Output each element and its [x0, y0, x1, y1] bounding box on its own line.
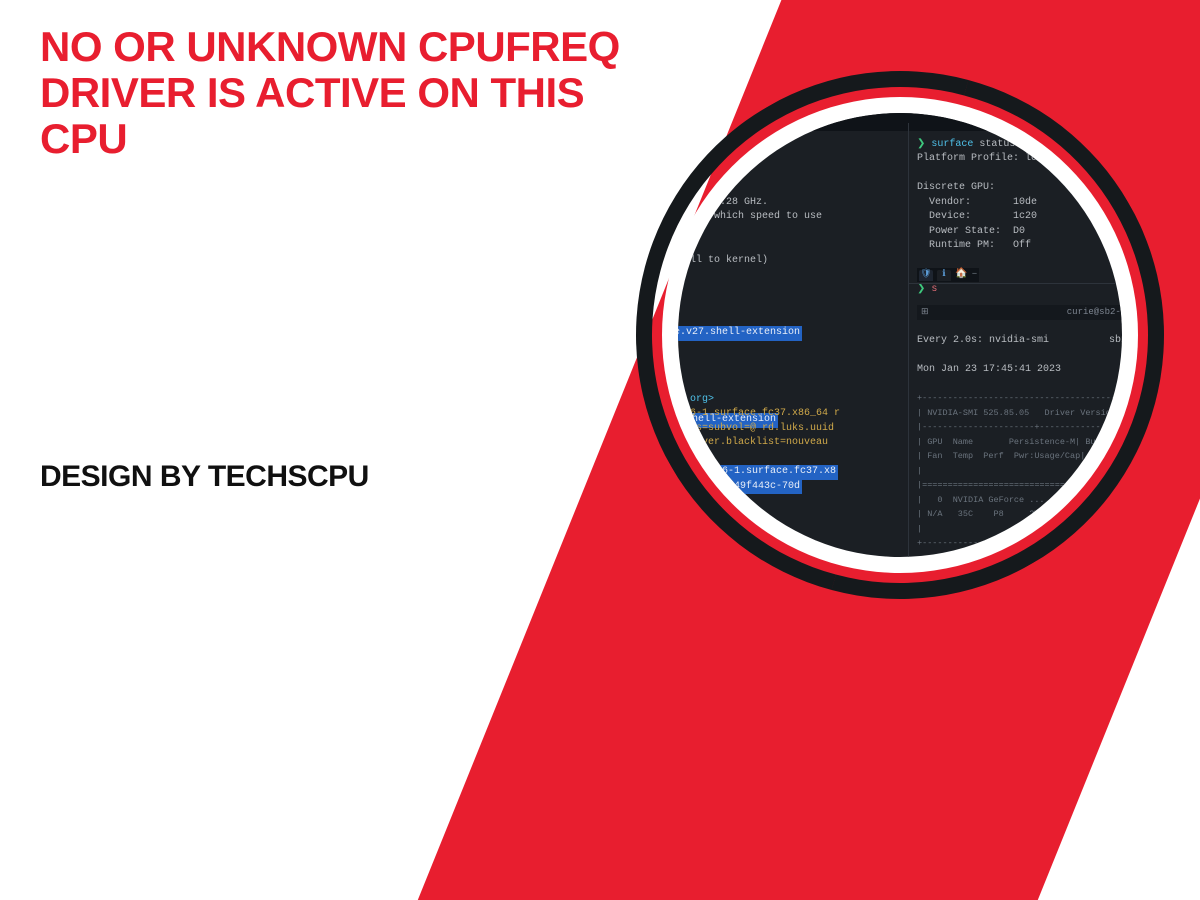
br-user-host: curie@sb2-20221216: [1067, 306, 1122, 319]
tl-text-block: nated by software: 0 e or is not support…: [678, 139, 822, 266]
bl-boot1: vmlinuz-6.1.6-1.surface.fc37.x86_64 r: [678, 408, 840, 419]
tab-mini-2: ℹ: [937, 270, 951, 281]
tr-mini-tabbar: 🛡 ℹ 🏠 –: [917, 268, 979, 282]
bl-hlpath: rd.luks.uuid=luks-a49f443c-70d: [678, 480, 802, 495]
tr-cmd: status: [973, 139, 1015, 150]
prompt-arrow-icon: ❯: [917, 139, 931, 150]
tab-mini-1: 🛡: [919, 270, 933, 281]
pane-bottom-left: lenb@kernel.org> vmlinuz-6.1.6-1.surface…: [678, 378, 908, 538]
bl-boot2: @ ro rootflags=subvol=@ rd.luks.uuid: [678, 423, 834, 434]
tr-gpu-title: Discrete GPU:: [917, 182, 995, 193]
br-smi-table: +---------------------------------------…: [917, 393, 1122, 548]
home-icon: 🏠: [955, 268, 967, 283]
tr-prompt-user: surface: [931, 139, 973, 150]
shield-icon: 🛡: [920, 268, 931, 281]
pane-bottom-right: ⊞ curie@sb2-20221216 Every 2.0s: nvidia-s…: [908, 283, 1122, 557]
info-icon: ℹ: [942, 268, 945, 281]
page-title: NO OR UNKNOWN CPUFREQ DRIVER IS ACTIVE O…: [40, 24, 680, 163]
br-new-tab-icon: ⊞: [921, 306, 929, 319]
bl-mail: lenb@kernel.org>: [678, 394, 714, 405]
terminal-screenshot: 🛡 ℹ 🏠 – nated by software: 0 e or is not…: [678, 113, 1122, 557]
bl-hi1: ot7)/vmlinuz-6.1.6-1.surface.fc37.x8: [678, 465, 838, 480]
tl-highlight-1: rmko-sl.de.v27.shell-extension: [678, 326, 802, 341]
tr-platform-line: Platform Profile: low-po: [917, 153, 1061, 164]
bl-tail: g point registers': [678, 510, 726, 521]
br-header: ⊞ curie@sb2-20221216: [917, 305, 1122, 320]
design-credit: DESIGN BY TECHSCPU: [40, 460, 369, 494]
tab-dash: –: [971, 268, 977, 283]
br-watch-line: Every 2.0s: nvidia-smi sb2-20221: [917, 335, 1122, 346]
circle-graphic: 🛡 ℹ 🏠 – nated by software: 0 e or is not…: [640, 75, 1160, 595]
bl-boot3: b quiet rd.driver.blacklist=nouveau: [678, 437, 828, 448]
tr-gpu-block: Vendor: 10de Device: 1c20 Power State: D…: [917, 197, 1037, 252]
br-date: Mon Jan 23 17:45:41 2023: [917, 364, 1061, 375]
